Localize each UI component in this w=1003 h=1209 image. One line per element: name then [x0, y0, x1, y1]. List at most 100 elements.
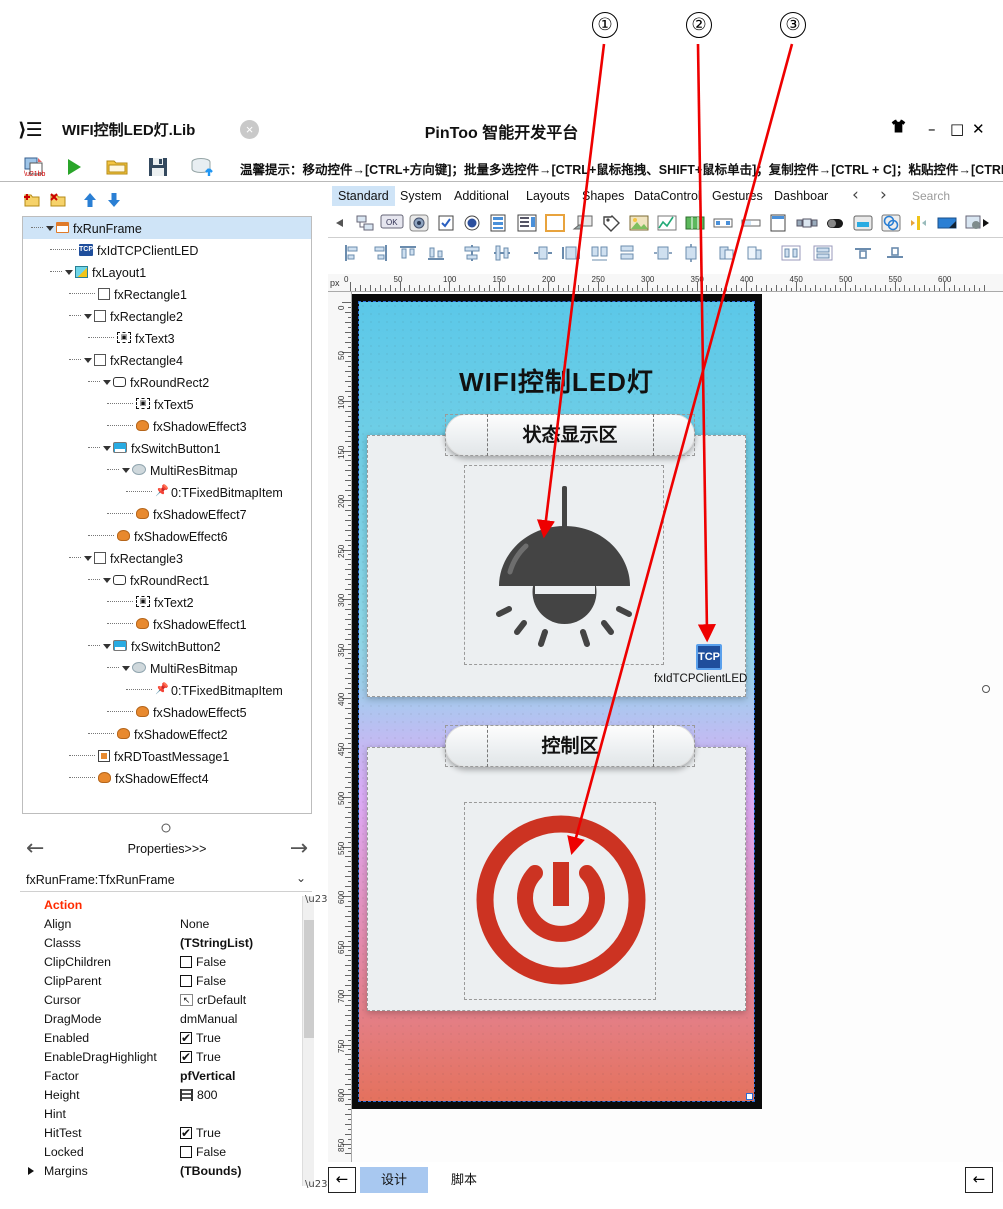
palette-next-button[interactable]: › — [880, 185, 887, 205]
properties-list[interactable]: Action Align None Classs (TStringList) ClipCh… — [20, 896, 312, 1196]
property-value[interactable]: 800 — [180, 1086, 218, 1105]
property-row-hittest[interactable]: HitTest True — [20, 1124, 312, 1143]
palette-prev-button[interactable]: ‹ — [852, 185, 859, 205]
save-icon[interactable] — [146, 155, 170, 179]
tree-item-fxidtcpclientled[interactable]: TCP fxIdTCPClientLED — [23, 239, 311, 261]
palette-colorbox-icon[interactable] — [936, 213, 958, 234]
property-value[interactable]: True — [180, 1124, 221, 1143]
selection-handle-bottom-right[interactable] — [746, 1093, 753, 1100]
palette-collapse-arrow-icon[interactable] — [332, 213, 354, 234]
tree-item-fxshadoweffect4[interactable]: fxShadowEffect4 — [23, 767, 311, 789]
tree-expander-icon[interactable] — [103, 644, 111, 650]
tree-item-fxroundrect1[interactable]: fxRoundRect1 — [23, 569, 311, 591]
property-row-locked[interactable]: Locked False — [20, 1143, 312, 1162]
tree-expander-icon[interactable] — [84, 314, 92, 320]
property-value[interactable]: pfVertical — [180, 1067, 235, 1086]
tree-expander-icon[interactable] — [84, 556, 92, 562]
canvas-app-title[interactable]: WIFI控制LED灯 — [359, 362, 754, 399]
same-height-icon[interactable] — [560, 243, 582, 264]
align-center-vertical-icon[interactable] — [492, 243, 514, 264]
property-row-enabled[interactable]: Enabled True — [20, 1029, 312, 1048]
checkbox-unchecked-icon[interactable] — [180, 974, 192, 987]
property-value[interactable]: False — [180, 1143, 226, 1162]
palette-radiobutton-icon[interactable] — [462, 213, 484, 234]
tree-item-0:tfixedbitmapitem[interactable]: 📌 0:TFixedBitmapItem — [23, 679, 311, 701]
window-maximize-button[interactable]: □ — [950, 120, 964, 138]
tree-item-fxshadoweffect3[interactable]: fxShadowEffect3 — [23, 415, 311, 437]
align-bottom-edge-icon[interactable] — [884, 243, 906, 264]
palette-tab-gestures[interactable]: Gestures — [706, 186, 769, 206]
add-node-icon[interactable] — [22, 190, 42, 210]
align-top-edge-icon[interactable] — [852, 243, 874, 264]
tree-item-fxshadoweffect1[interactable]: fxShadowEffect1 — [23, 613, 311, 635]
move-down-icon[interactable] — [104, 190, 124, 210]
property-row-margins[interactable]: Margins (TBounds) — [20, 1162, 312, 1181]
palette-button-icon[interactable]: OK — [380, 213, 404, 234]
align-center-horizontal-icon[interactable] — [462, 243, 484, 264]
tcp-component-badge[interactable]: TCP — [696, 644, 722, 670]
palette-listbox-icon[interactable] — [488, 213, 510, 234]
property-value[interactable]: True — [180, 1029, 221, 1048]
tree-item-fxtext3[interactable]: ▣ fxText3 — [23, 327, 311, 349]
palette-tab-layouts[interactable]: Layouts — [520, 186, 576, 206]
send-to-back-icon[interactable] — [744, 243, 766, 264]
palette-listview-icon[interactable] — [516, 213, 538, 234]
tree-item-fxshadoweffect7[interactable]: fxShadowEffect7 — [23, 503, 311, 525]
align-top-icon[interactable] — [398, 243, 420, 264]
palette-panel-icon[interactable] — [544, 213, 566, 234]
device-screen[interactable]: WIFI控制LED灯 状态显示区 TCP fxIdTCPClientLED 控制… — [358, 301, 755, 1102]
palette-splitter-icon[interactable] — [908, 213, 930, 234]
tree-item-fxswitchbutton1[interactable]: fxSwitchButton1 — [23, 437, 311, 459]
property-value[interactable]: None — [180, 915, 209, 934]
palette-search-input[interactable]: Search — [912, 189, 950, 203]
align-bottom-icon[interactable] — [426, 243, 448, 264]
property-value[interactable]: True — [180, 1048, 221, 1067]
distribute-horizontal-icon[interactable] — [780, 243, 802, 264]
tree-item-fxshadoweffect2[interactable]: fxShadowEffect2 — [23, 723, 311, 745]
tree-expander-icon[interactable] — [103, 446, 111, 452]
checkbox-checked-icon[interactable] — [180, 1029, 192, 1048]
property-value[interactable]: (TStringList) — [180, 934, 253, 953]
palette-tab-standard[interactable]: Standard — [332, 186, 395, 206]
palette-grid-icon[interactable] — [684, 213, 706, 234]
tree-expander-icon[interactable] — [103, 578, 111, 584]
canvas-resize-dot-right[interactable] — [982, 685, 990, 693]
tree-item-fxroundrect2[interactable]: fxRoundRect2 — [23, 371, 311, 393]
delete-node-icon[interactable] — [48, 190, 68, 210]
size-grow-icon[interactable] — [652, 243, 674, 264]
property-row-clipchildren[interactable]: ClipChildren False — [20, 953, 312, 972]
property-value[interactable]: ↖ crDefault — [180, 991, 246, 1010]
checkbox-checked-icon[interactable] — [180, 1048, 192, 1067]
tree-expander-icon[interactable] — [103, 380, 111, 386]
ceiling-lamp-icon[interactable] — [477, 482, 652, 650]
palette-tab-datacontrol[interactable]: DataControl — [628, 186, 707, 206]
expand-margins-icon[interactable] — [28, 1167, 34, 1175]
tree-item-multiresbitmap[interactable]: MultiResBitmap — [23, 657, 311, 679]
property-row-factor[interactable]: Factor pfVertical — [20, 1067, 312, 1086]
palette-tab-shapes[interactable]: Shapes — [576, 186, 630, 206]
properties-scrollbar[interactable]: \u2303 \u2304 — [302, 894, 340, 1190]
property-row-classs[interactable]: Classs (TStringList) — [20, 934, 312, 953]
tree-item-fxrectangle3[interactable]: fxRectangle3 — [23, 547, 311, 569]
tree-item-fxrectangle1[interactable]: fxRectangle1 — [23, 283, 311, 305]
move-up-icon[interactable] — [80, 190, 100, 210]
palette-glyph-icon[interactable] — [408, 213, 430, 234]
tab-script[interactable]: 脚本 — [436, 1167, 492, 1193]
same-width-icon[interactable] — [532, 243, 554, 264]
bring-to-front-icon[interactable] — [716, 243, 738, 264]
scrollbar-thumb[interactable] — [304, 920, 314, 1038]
palette-progressbar-icon[interactable] — [740, 213, 762, 234]
palette-layers-icon[interactable] — [880, 213, 902, 234]
property-row-cursor[interactable]: Cursor ↖ crDefault — [20, 991, 312, 1010]
chevron-down-icon[interactable]: ⌄ — [296, 871, 306, 885]
property-value[interactable]: dmManual — [180, 1010, 237, 1029]
palette-tab-dashboar[interactable]: Dashboar — [768, 186, 834, 206]
palette-popup-icon[interactable] — [572, 213, 594, 234]
property-row-height[interactable]: Height 800 — [20, 1086, 312, 1105]
component-tree[interactable]: fxRunFrame TCP fxIdTCPClientLED fxLayout1 fx… — [22, 216, 312, 814]
new-project-icon[interactable]: \u21bb — [22, 155, 46, 179]
palette-memo-icon[interactable] — [768, 213, 790, 234]
window-close-button[interactable]: ✕ — [972, 120, 985, 138]
property-value[interactable]: (TBounds) — [180, 1162, 241, 1181]
tree-resize-handle[interactable] — [160, 822, 172, 837]
